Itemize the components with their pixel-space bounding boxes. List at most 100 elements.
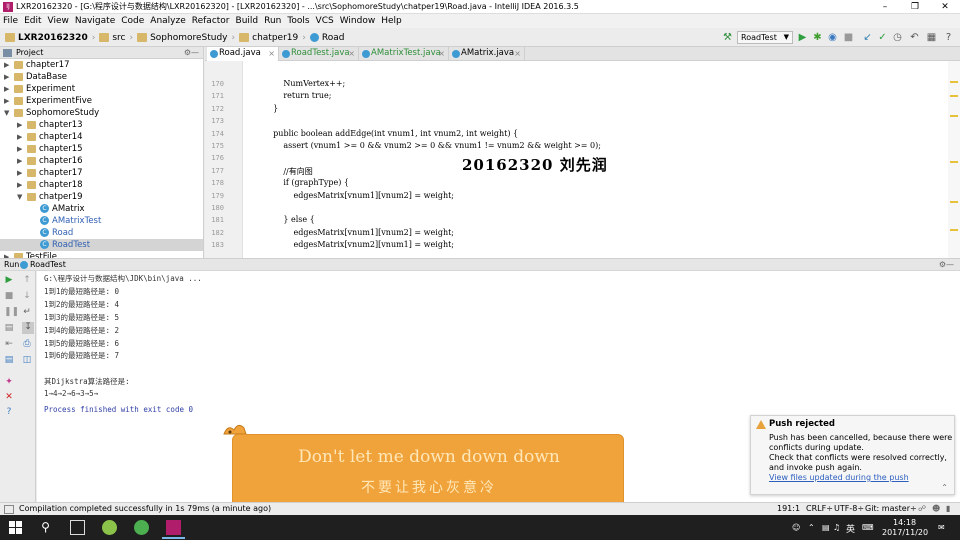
- collapsed-arrow-icon[interactable]: ▶: [17, 143, 22, 155]
- line-number[interactable]: 180: [211, 204, 224, 212]
- menu-code[interactable]: Code: [118, 14, 147, 28]
- code-line[interactable]: edgesMatrix[vnum2][vnum1] = weight;: [263, 240, 454, 249]
- help-icon[interactable]: ?: [943, 32, 954, 43]
- line-separator[interactable]: CRLF÷: [806, 503, 833, 515]
- code-line[interactable]: //有向图: [263, 166, 312, 177]
- pin-icon[interactable]: ✦: [4, 377, 14, 387]
- network-icon[interactable]: ▤: [822, 523, 830, 532]
- tray-chevron-up-icon[interactable]: ⌃: [808, 523, 815, 532]
- code-line[interactable]: edgesMatrix[vnum1][vnum2] = weight;: [263, 228, 454, 237]
- close-icon[interactable]: ×: [514, 47, 521, 60]
- push-rejected-notification[interactable]: Push rejected Push has been cancelled, b…: [750, 415, 955, 495]
- project-structure-icon[interactable]: ▦: [926, 32, 937, 43]
- code-line[interactable]: }: [263, 104, 278, 113]
- project-tree-item[interactable]: ▶ ExperimentFive: [0, 95, 203, 107]
- project-tree-item[interactable]: ▶ DataBase: [0, 71, 203, 83]
- vcs-update-icon[interactable]: ↙: [862, 32, 873, 43]
- line-number[interactable]: 175: [211, 142, 224, 150]
- menu-analyze[interactable]: Analyze: [147, 14, 188, 28]
- caret-position[interactable]: 191:1: [777, 503, 800, 515]
- vcs-commit-icon[interactable]: ✓: [877, 32, 888, 43]
- intellij-taskbar-icon[interactable]: [166, 520, 181, 535]
- volume-icon[interactable]: ♫: [833, 523, 840, 532]
- minimize-icon[interactable]: –: [870, 0, 900, 14]
- line-number[interactable]: 173: [211, 117, 224, 125]
- close-icon[interactable]: ✕: [930, 0, 960, 14]
- line-number[interactable]: 171: [211, 92, 224, 100]
- tab-roadtest-java[interactable]: RoadTest.java ×: [279, 47, 359, 61]
- search-icon[interactable]: ⚲: [38, 520, 53, 535]
- windows-start-icon[interactable]: [8, 520, 23, 535]
- input-method-indicator[interactable]: 英: [846, 522, 855, 535]
- clock-time[interactable]: 14:18: [893, 518, 916, 527]
- line-number[interactable]: 174: [211, 130, 224, 138]
- code-line[interactable]: public boolean addEdge(int vnum1, int vn…: [263, 129, 518, 138]
- warning-marker[interactable]: [950, 81, 958, 83]
- collapsed-arrow-icon[interactable]: ▶: [4, 71, 9, 83]
- collapsed-arrow-icon[interactable]: ▶: [4, 95, 9, 107]
- people-icon[interactable]: ☺: [792, 523, 800, 532]
- pause-icon[interactable]: ❚❚: [4, 307, 19, 317]
- line-number[interactable]: 176: [211, 154, 224, 162]
- project-tree-item[interactable]: ▶ chapter16: [0, 155, 203, 167]
- close-icon[interactable]: ✕: [4, 392, 14, 402]
- gear-icon[interactable]: ⚙—: [939, 259, 954, 271]
- menu-file[interactable]: File: [0, 14, 21, 28]
- event-log-icon[interactable]: ▮: [946, 503, 950, 515]
- chevron-up-icon[interactable]: ⌃: [941, 483, 948, 492]
- task-view-icon[interactable]: [70, 520, 85, 535]
- menu-help[interactable]: Help: [378, 14, 405, 28]
- stop-icon[interactable]: ■: [4, 291, 14, 301]
- project-tree-item[interactable]: C AMatrixTest: [0, 215, 203, 227]
- menu-refactor[interactable]: Refactor: [189, 14, 233, 28]
- menu-view[interactable]: View: [45, 14, 72, 28]
- code-line[interactable]: edgesMatrix[vnum1][vnum2] = weight;: [263, 191, 454, 200]
- line-number[interactable]: 179: [211, 192, 224, 200]
- code-line[interactable]: return true;: [263, 91, 331, 100]
- lock-icon[interactable]: ☍: [918, 503, 926, 515]
- code-line[interactable]: assert (vnum1 >= 0 && vnum2 >= 0 && vnum…: [263, 141, 601, 150]
- stop-icon[interactable]: ■: [843, 32, 854, 43]
- project-tree-item[interactable]: ▶ chapter18: [0, 179, 203, 191]
- line-number[interactable]: 177: [211, 167, 224, 175]
- project-tree-item[interactable]: ▶ chapter14: [0, 131, 203, 143]
- exit-icon[interactable]: ⇤: [4, 339, 14, 349]
- line-number[interactable]: 182: [211, 229, 224, 237]
- rerun-icon[interactable]: ▶: [4, 275, 14, 285]
- code-line[interactable]: if (graphType) {: [263, 178, 349, 187]
- tool-windows-icon[interactable]: [4, 505, 14, 514]
- scroll-to-end-icon[interactable]: ↧: [22, 322, 34, 334]
- collapsed-arrow-icon[interactable]: ▶: [4, 83, 9, 95]
- clock-date[interactable]: 2017/11/20: [882, 528, 928, 537]
- menu-vcs[interactable]: VCS: [313, 14, 337, 28]
- file-encoding[interactable]: UTF-8÷: [834, 503, 864, 515]
- close-icon[interactable]: ×: [348, 47, 355, 60]
- print-icon[interactable]: ⎙: [22, 339, 32, 349]
- project-tree-item[interactable]: ▶ Experiment: [0, 83, 203, 95]
- breadcrumb-subpackage[interactable]: chatper19: [236, 28, 301, 47]
- run-tab-roadtest[interactable]: RoadTest: [30, 259, 66, 271]
- keyboard-icon[interactable]: ⌨: [862, 523, 874, 532]
- soft-wrap-icon[interactable]: ↵: [22, 307, 32, 317]
- layout-icon[interactable]: ▤: [4, 355, 14, 365]
- tab-amatrix-java[interactable]: AMatrix.java ×: [449, 47, 525, 61]
- breadcrumb-class[interactable]: Road: [307, 28, 348, 47]
- menu-run[interactable]: Run: [261, 14, 284, 28]
- notifications-icon[interactable]: ✉: [938, 523, 945, 532]
- line-number[interactable]: 178: [211, 179, 224, 187]
- breadcrumb-package[interactable]: SophomoreStudy: [134, 28, 230, 47]
- project-tree-item[interactable]: C AMatrix: [0, 203, 203, 215]
- breadcrumb-src[interactable]: src: [96, 28, 128, 47]
- menu-tools[interactable]: Tools: [284, 14, 312, 28]
- code-editor[interactable]: 170 171 172 173 174 175 176 177 178 179 180 181 182 1…: [205, 61, 960, 258]
- scroll-up-icon[interactable]: ↑: [22, 275, 32, 285]
- dump-threads-icon[interactable]: ▤: [4, 323, 14, 333]
- collapsed-arrow-icon[interactable]: ▶: [17, 155, 22, 167]
- revert-icon[interactable]: ↶: [909, 32, 920, 43]
- project-tree-item[interactable]: ▶ chapter15: [0, 143, 203, 155]
- tab-amatrixtest-java[interactable]: AMatrixTest.java ×: [359, 47, 449, 61]
- collapsed-arrow-icon[interactable]: ▶: [4, 59, 9, 71]
- code-line[interactable]: } else {: [263, 215, 314, 224]
- project-tree-item[interactable]: ▶ chapter13: [0, 119, 203, 131]
- messaging-app-icon[interactable]: [134, 520, 149, 535]
